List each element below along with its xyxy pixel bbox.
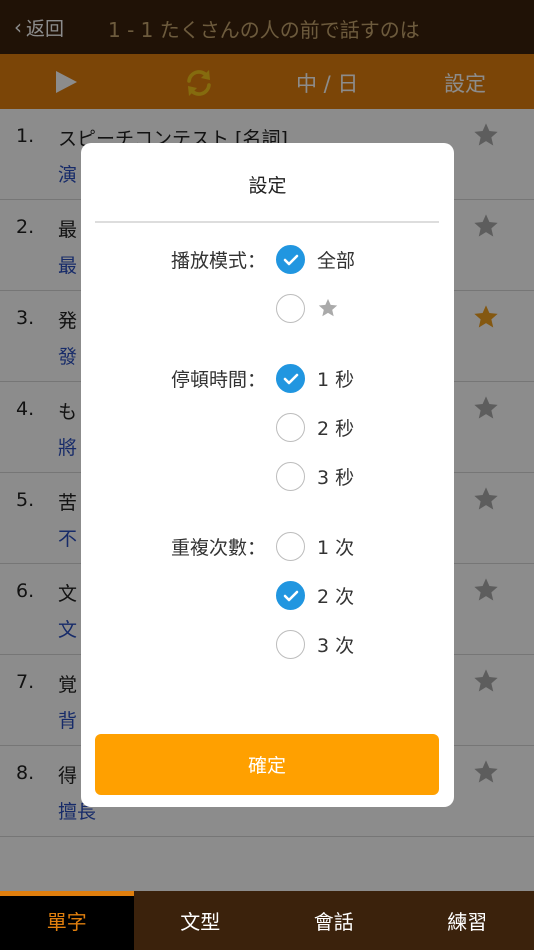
option-label: 1 秒 bbox=[317, 368, 355, 391]
radio-unchecked[interactable] bbox=[276, 461, 305, 491]
repeat-count-label: 重複次數： bbox=[170, 537, 266, 559]
radio-checked[interactable] bbox=[276, 580, 305, 610]
repeat-count-option-3[interactable]: 3 次 bbox=[276, 629, 354, 659]
radio-unchecked[interactable] bbox=[276, 293, 305, 323]
star-icon bbox=[318, 298, 338, 317]
tab-practice[interactable]: 練習 bbox=[401, 891, 534, 950]
repeat-count-option-1[interactable]: 1 次 bbox=[276, 531, 354, 561]
radio-checked[interactable] bbox=[276, 363, 305, 393]
option-label: 2 秒 bbox=[317, 417, 355, 440]
play-mode-option-starred[interactable] bbox=[276, 293, 339, 323]
pause-time-label: 停頓時間： bbox=[170, 369, 266, 391]
play-mode-option-all[interactable]: 全部 bbox=[276, 244, 355, 274]
radio-unchecked[interactable] bbox=[276, 412, 305, 442]
option-label: 全部 bbox=[317, 249, 356, 272]
play-mode-label: 播放模式： bbox=[170, 250, 266, 272]
bottom-tab-bar: 單字 文型 會話 練習 bbox=[0, 891, 534, 950]
radio-unchecked[interactable] bbox=[276, 629, 305, 659]
radio-checked[interactable] bbox=[276, 244, 305, 274]
divider bbox=[95, 221, 439, 223]
option-label: 1 次 bbox=[317, 536, 355, 559]
pause-time-option-1[interactable]: 1 秒 bbox=[276, 363, 354, 393]
confirm-button[interactable]: 確定 bbox=[95, 734, 439, 795]
tab-sentence-patterns[interactable]: 文型 bbox=[134, 891, 268, 950]
radio-unchecked[interactable] bbox=[276, 531, 305, 561]
option-label: 3 次 bbox=[317, 634, 355, 657]
tab-words[interactable]: 單字 bbox=[0, 891, 134, 950]
option-label: 2 次 bbox=[317, 585, 355, 608]
pause-time-option-3[interactable]: 3 秒 bbox=[276, 461, 354, 491]
repeat-count-option-2[interactable]: 2 次 bbox=[276, 580, 354, 610]
settings-dialog: 設定 播放模式： 全部 停頓時間： 1 秒 2 秒 3 秒 重複次數： 1 次 … bbox=[81, 143, 454, 807]
pause-time-option-2[interactable]: 2 秒 bbox=[276, 412, 354, 442]
tab-conversation[interactable]: 會話 bbox=[267, 891, 401, 950]
option-label: 3 秒 bbox=[317, 466, 355, 489]
dialog-title: 設定 bbox=[248, 175, 287, 197]
